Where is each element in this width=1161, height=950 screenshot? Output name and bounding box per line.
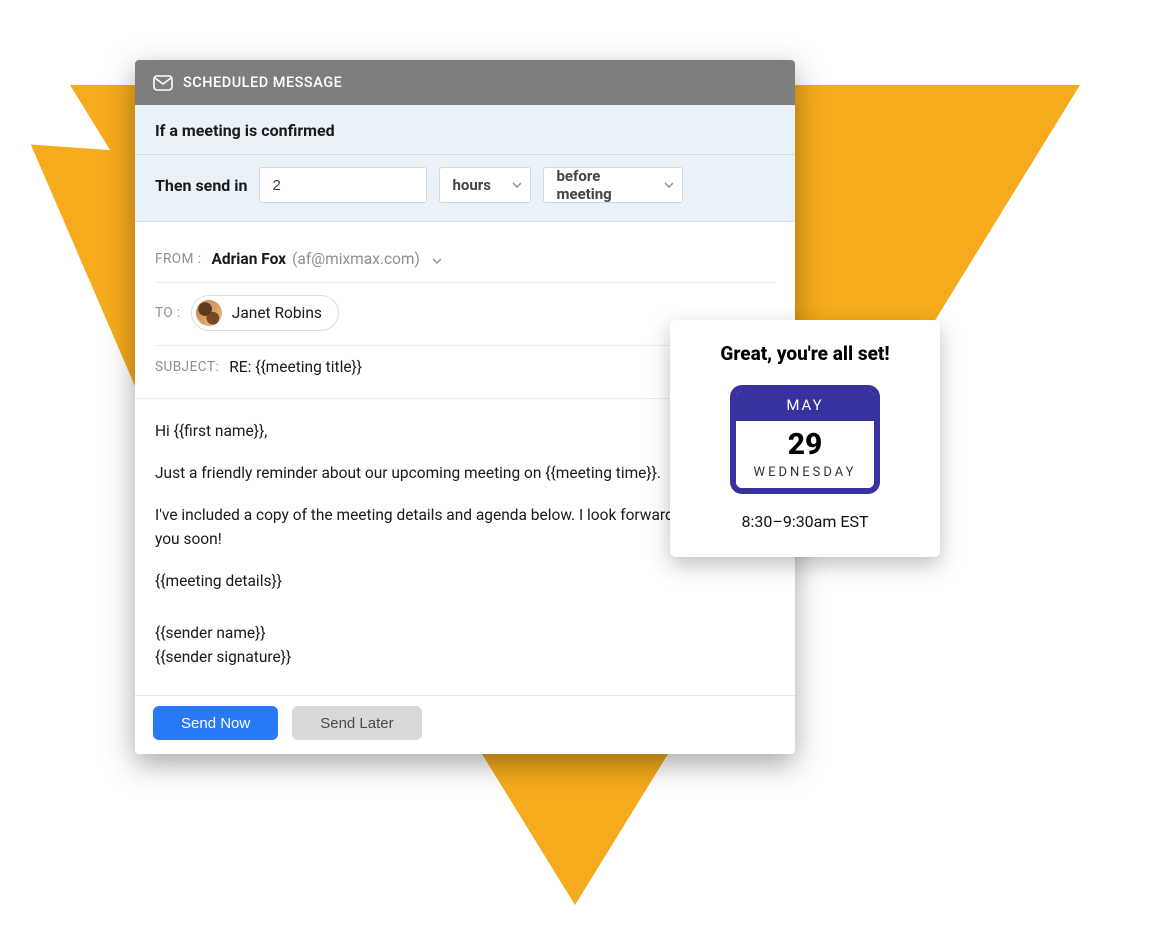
recipient-chip[interactable]: Janet Robins [191, 295, 339, 331]
card-header: SCHEDULED MESSAGE [135, 60, 795, 105]
confirmation-title: Great, you're all set! [690, 342, 920, 365]
recipient-name: Janet Robins [232, 304, 322, 322]
compose-footer: Send Now Send Later [135, 695, 795, 754]
body-signature: {{sender name}} {{sender signature}} [155, 621, 775, 669]
card-title: SCHEDULED MESSAGE [183, 74, 342, 91]
rule-condition: If a meeting is confirmed [135, 105, 795, 155]
calendar-weekday: WEDNESDAY [736, 465, 874, 480]
confirmation-time: 8:30–9:30am EST [690, 512, 920, 531]
calendar-badge: MAY 29 WEDNESDAY [730, 385, 880, 494]
delay-value-input[interactable] [259, 167, 427, 203]
calendar-day: 29 [736, 427, 874, 463]
delay-unit-select[interactable]: hours [439, 167, 531, 203]
chevron-down-icon [432, 250, 442, 268]
delay-relation-value: before meeting [556, 167, 654, 203]
rule-action-row: Then send in hours before meeting [135, 155, 795, 221]
body-line: {{sender name}} [155, 624, 266, 642]
delay-unit-value: hours [452, 176, 490, 194]
from-label: FROM : [155, 251, 201, 267]
rule-then-label: Then send in [155, 176, 247, 195]
send-later-button[interactable]: Send Later [292, 706, 421, 740]
to-label: TO : [155, 305, 181, 321]
rule-bar: If a meeting is confirmed Then send in h… [135, 105, 795, 222]
subject-label: SUBJECT: [155, 359, 219, 375]
from-select[interactable]: Adrian Fox (af@mixmax.com) [211, 250, 441, 268]
body-line: {{meeting details}} [155, 569, 775, 593]
chevron-down-icon [512, 182, 522, 188]
body-line: {{sender signature}} [155, 648, 291, 666]
calendar-month: MAY [736, 391, 874, 421]
from-email: (af@mixmax.com) [292, 250, 420, 268]
subject-value[interactable]: RE: {{meeting title}} [229, 358, 362, 376]
confirmation-card: Great, you're all set! MAY 29 WEDNESDAY … [670, 320, 940, 557]
delay-relation-select[interactable]: before meeting [543, 167, 683, 203]
envelope-icon [153, 75, 173, 91]
send-now-button[interactable]: Send Now [153, 706, 278, 740]
from-name: Adrian Fox [211, 250, 286, 268]
avatar [196, 300, 222, 326]
chevron-down-icon [664, 182, 674, 188]
from-row: FROM : Adrian Fox (af@mixmax.com) [155, 238, 775, 283]
